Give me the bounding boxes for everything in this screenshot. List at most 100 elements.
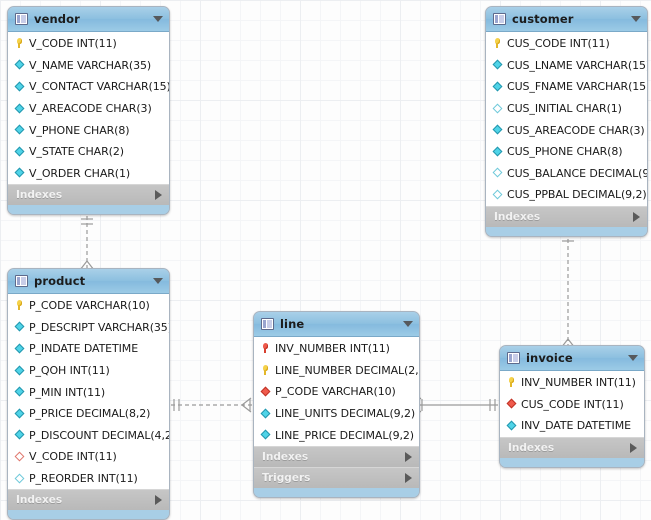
chevron-down-icon[interactable]	[628, 355, 638, 361]
column-label: V_ORDER CHAR(1)	[29, 166, 131, 180]
table-row[interactable]: LINE_PRICE DECIMAL(9,2)	[254, 424, 419, 446]
diamond-cyan-filled-icon	[259, 429, 272, 442]
table-vendor-title: vendor	[34, 12, 80, 26]
table-invoice-title: invoice	[526, 351, 573, 365]
table-invoice-footer	[500, 457, 644, 467]
table-row[interactable]: P_CODE VARCHAR(10)	[8, 295, 169, 317]
table-icon	[15, 13, 28, 25]
column-label: P_CODE VARCHAR(10)	[29, 299, 150, 313]
column-label: CUS_PHONE CHAR(8)	[507, 145, 623, 159]
strip-label: Indexes	[262, 450, 309, 463]
diamond-cyan-open-icon	[491, 188, 504, 201]
table-row[interactable]: V_AREACODE CHAR(3)	[8, 98, 169, 120]
diamond-cyan-filled-icon	[13, 386, 26, 399]
table-row[interactable]: P_REORDER INT(11)	[8, 468, 169, 490]
diamond-cyan-filled-icon	[13, 364, 26, 377]
column-label: LINE_UNITS DECIMAL(9,2)	[275, 407, 416, 421]
chevron-down-icon[interactable]	[153, 16, 163, 22]
table-row[interactable]: LINE_NUMBER DECIMAL(2,0)	[254, 360, 419, 382]
table-product-columns: P_CODE VARCHAR(10) P_DESCRIPT VARCHAR(35…	[8, 294, 169, 490]
column-label: V_CODE INT(11)	[29, 37, 117, 51]
table-row[interactable]: CUS_CODE INT(11)	[486, 33, 647, 55]
table-row[interactable]: CUS_LNAME VARCHAR(15)	[486, 55, 647, 77]
table-row[interactable]: CUS_BALANCE DECIMAL(9,2)	[486, 163, 647, 185]
table-icon	[261, 318, 274, 330]
table-row[interactable]: CUS_FNAME VARCHAR(15)	[486, 76, 647, 98]
key-red-icon	[259, 342, 272, 355]
table-invoice-header[interactable]: invoice	[500, 346, 644, 371]
chevron-down-icon[interactable]	[403, 321, 413, 327]
table-vendor-indexes-strip[interactable]: Indexes	[8, 184, 169, 206]
diamond-cyan-filled-icon	[13, 145, 26, 158]
table-invoice-indexes-strip[interactable]: Indexes	[500, 436, 644, 458]
table-vendor[interactable]: vendor V_CODE INT(11) V_NAME VARCHAR(35)…	[7, 6, 170, 216]
column-label: P_REORDER INT(11)	[29, 472, 138, 486]
column-label: INV_NUMBER INT(11)	[521, 376, 636, 390]
table-line[interactable]: line INV_NUMBER INT(11) LINE_NUMBER DECI…	[253, 311, 420, 498]
table-row[interactable]: P_INDATE DATETIME	[8, 338, 169, 360]
table-line-title: line	[280, 317, 305, 331]
table-row[interactable]: P_DESCRIPT VARCHAR(35)	[8, 317, 169, 339]
table-product-header[interactable]: product	[8, 269, 169, 294]
key-gold-icon	[13, 37, 26, 50]
chevron-down-icon[interactable]	[153, 278, 163, 284]
column-label: CUS_AREACODE CHAR(3)	[507, 123, 645, 137]
chevron-right-icon[interactable]	[405, 451, 412, 462]
table-row[interactable]: CUS_CODE INT(11)	[500, 394, 644, 416]
eer-diagram-canvas[interactable]: vendor V_CODE INT(11) V_NAME VARCHAR(35)…	[0, 0, 651, 520]
column-label: P_DESCRIPT VARCHAR(35)	[29, 320, 170, 334]
key-gold-icon	[505, 376, 518, 389]
table-row[interactable]: V_ORDER CHAR(1)	[8, 163, 169, 185]
table-row[interactable]: V_CODE INT(11)	[8, 446, 169, 468]
table-product-title: product	[34, 274, 86, 288]
table-customer-header[interactable]: customer	[486, 7, 647, 32]
table-vendor-columns: V_CODE INT(11) V_NAME VARCHAR(35) V_CONT…	[8, 32, 169, 185]
table-customer-indexes-strip[interactable]: Indexes	[486, 205, 647, 227]
table-row[interactable]: INV_NUMBER INT(11)	[500, 372, 644, 394]
diamond-cyan-filled-icon	[13, 407, 26, 420]
column-label: P_CODE VARCHAR(10)	[275, 385, 396, 399]
table-invoice[interactable]: invoice INV_NUMBER INT(11) CUS_CODE INT(…	[499, 345, 645, 468]
table-row[interactable]: CUS_INITIAL CHAR(1)	[486, 98, 647, 120]
table-row[interactable]: P_PRICE DECIMAL(8,2)	[8, 403, 169, 425]
table-icon	[493, 13, 506, 25]
diamond-cyan-filled-icon	[13, 102, 26, 115]
diamond-cyan-filled-icon	[13, 342, 26, 355]
table-row[interactable]: INV_NUMBER INT(11)	[254, 338, 419, 360]
table-row[interactable]: P_CODE VARCHAR(10)	[254, 381, 419, 403]
table-row[interactable]: CUS_AREACODE CHAR(3)	[486, 119, 647, 141]
chevron-right-icon[interactable]	[630, 442, 637, 453]
table-customer[interactable]: customer CUS_CODE INT(11) CUS_LNAME VARC…	[485, 6, 648, 237]
table-product-indexes-strip[interactable]: Indexes	[8, 489, 169, 511]
table-row[interactable]: V_CONTACT VARCHAR(15)	[8, 76, 169, 98]
table-product[interactable]: product P_CODE VARCHAR(10) P_DESCRIPT VA…	[7, 268, 170, 520]
column-label: P_QOH INT(11)	[29, 364, 110, 378]
chevron-down-icon[interactable]	[631, 16, 641, 22]
table-row[interactable]: P_MIN INT(11)	[8, 381, 169, 403]
chevron-right-icon[interactable]	[155, 495, 162, 506]
table-row[interactable]: INV_DATE DATETIME	[500, 415, 644, 437]
column-label: P_PRICE DECIMAL(8,2)	[29, 407, 151, 421]
chevron-right-icon[interactable]	[633, 211, 640, 222]
table-line-indexes-strip[interactable]: Indexes	[254, 445, 419, 467]
chevron-right-icon[interactable]	[155, 190, 162, 201]
table-row[interactable]: CUS_PHONE CHAR(8)	[486, 141, 647, 163]
table-row[interactable]: CUS_PPBAL DECIMAL(9,2)	[486, 184, 647, 206]
diamond-red-filled-icon	[259, 385, 272, 398]
table-row[interactable]: P_QOH INT(11)	[8, 360, 169, 382]
table-row[interactable]: P_DISCOUNT DECIMAL(4,2)	[8, 425, 169, 447]
table-line-triggers-strip[interactable]: Triggers	[254, 466, 419, 488]
column-label: CUS_BALANCE DECIMAL(9,2)	[507, 166, 648, 180]
table-row[interactable]: V_CODE INT(11)	[8, 33, 169, 55]
table-line-header[interactable]: line	[254, 312, 419, 337]
table-row[interactable]: V_STATE CHAR(2)	[8, 141, 169, 163]
table-row[interactable]: V_PHONE CHAR(8)	[8, 119, 169, 141]
diamond-cyan-filled-icon	[505, 419, 518, 432]
diamond-cyan-open-icon	[491, 102, 504, 115]
table-vendor-header[interactable]: vendor	[8, 7, 169, 32]
diamond-cyan-open-icon	[491, 167, 504, 180]
table-row[interactable]: LINE_UNITS DECIMAL(9,2)	[254, 403, 419, 425]
table-icon	[15, 275, 28, 287]
chevron-right-icon[interactable]	[405, 472, 412, 483]
table-row[interactable]: V_NAME VARCHAR(35)	[8, 55, 169, 77]
